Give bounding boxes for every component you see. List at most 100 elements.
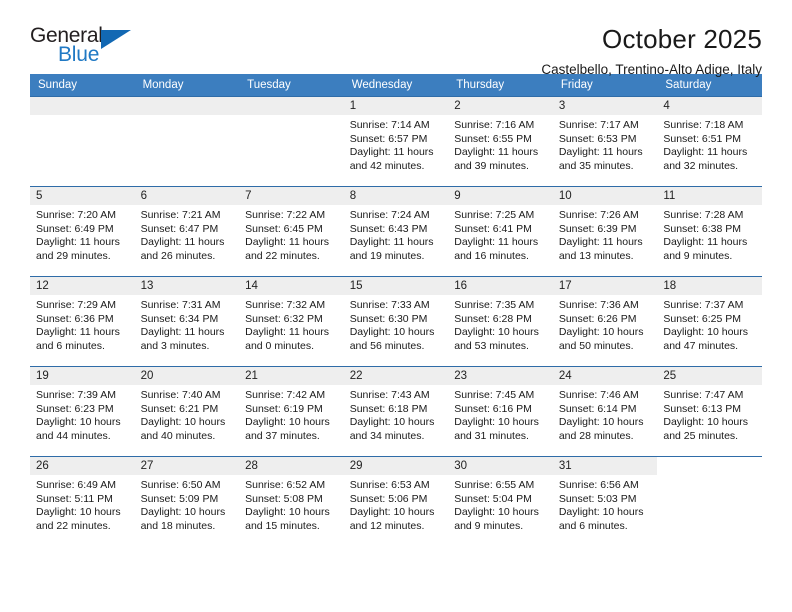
day-details: Sunrise: 6:53 AM Sunset: 5:06 PM Daylight:… <box>344 475 449 533</box>
calendar-day-cell[interactable]: 27 Sunrise: 6:50 AM Sunset: 5:09 PM Dayligh… <box>134 456 240 547</box>
daylight-text-line2: and 44 minutes. <box>36 429 111 442</box>
calendar-week-row: 5 Sunrise: 7:20 AM Sunset: 6:49 PM Daylight… <box>30 186 762 277</box>
sunset-text: Sunset: 6:36 PM <box>36 312 114 325</box>
day-details: Sunrise: 7:37 AM Sunset: 6:25 PM Daylight:… <box>657 295 762 353</box>
sunset-text: Sunset: 5:03 PM <box>558 492 637 505</box>
sunrise-text: Sunrise: 6:56 AM <box>558 479 639 491</box>
daylight-text-line2: and 6 minutes. <box>558 519 628 532</box>
calendar-day-cell[interactable]: 22 Sunrise: 7:43 AM Sunset: 6:18 PM Dayligh… <box>343 366 449 457</box>
calendar-day-cell[interactable]: 9 Sunrise: 7:25 AM Sunset: 6:41 PM Daylight… <box>448 186 553 277</box>
calendar-day-cell[interactable]: 10 Sunrise: 7:26 AM Sunset: 6:39 PM Dayligh… <box>552 186 658 277</box>
calendar-day-cell[interactable]: 13 Sunrise: 7:31 AM Sunset: 6:34 PM Dayligh… <box>134 276 240 367</box>
sunset-text: Sunset: 6:43 PM <box>349 222 428 235</box>
daylight-text-line2: and 35 minutes. <box>558 159 634 172</box>
calendar-day-cell[interactable]: 11 Sunrise: 7:28 AM Sunset: 6:38 PM Dayligh… <box>657 186 762 277</box>
day-number: 1 <box>343 97 449 115</box>
day-details: Sunrise: 7:14 AM Sunset: 6:57 PM Daylight:… <box>344 115 449 173</box>
calendar-day-cell[interactable]: 4 Sunrise: 7:18 AM Sunset: 6:51 PM Daylight… <box>657 96 762 187</box>
sunrise-text: Sunrise: 7:17 AM <box>558 119 639 131</box>
general-blue-logo[interactable]: General Blue <box>30 24 142 72</box>
day-number: 7 <box>239 187 344 205</box>
sunrise-text: Sunrise: 7:21 AM <box>140 209 221 221</box>
day-number: 21 <box>239 367 344 385</box>
daylight-text-line1: Daylight: 11 hours <box>558 146 643 159</box>
day-details: Sunrise: 7:16 AM Sunset: 6:55 PM Daylight:… <box>448 115 553 173</box>
calendar-day-cell[interactable]: 5 Sunrise: 7:20 AM Sunset: 6:49 PM Daylight… <box>30 186 135 277</box>
calendar-day-cell[interactable]: 6 Sunrise: 7:21 AM Sunset: 6:47 PM Daylight… <box>134 186 240 277</box>
daylight-text-line1: Daylight: 10 hours <box>558 416 644 429</box>
sunset-text: Sunset: 6:16 PM <box>454 402 532 415</box>
calendar-day-cell[interactable] <box>134 96 240 187</box>
sunrise-text: Sunrise: 6:49 AM <box>36 479 116 491</box>
day-number <box>134 97 240 115</box>
daylight-text-line2: and 32 minutes. <box>663 159 739 172</box>
sunrise-text: Sunrise: 7:45 AM <box>454 389 535 401</box>
calendar-day-cell[interactable]: 2 Sunrise: 7:16 AM Sunset: 6:55 PM Daylight… <box>448 96 553 187</box>
daylight-text-line2: and 18 minutes. <box>140 519 216 532</box>
calendar-day-cell[interactable] <box>30 96 135 187</box>
day-details: Sunrise: 7:47 AM Sunset: 6:13 PM Daylight:… <box>657 385 762 443</box>
calendar-day-cell[interactable]: 19 Sunrise: 7:39 AM Sunset: 6:23 PM Dayligh… <box>30 366 135 457</box>
day-number: 25 <box>657 367 762 385</box>
daylight-text-line1: Daylight: 10 hours <box>349 326 435 339</box>
sunset-text: Sunset: 6:14 PM <box>558 402 637 415</box>
calendar-day-cell[interactable]: 25 Sunrise: 7:47 AM Sunset: 6:13 PM Dayligh… <box>657 366 762 457</box>
daylight-text-line2: and 34 minutes. <box>349 429 425 442</box>
sunrise-text: Sunrise: 7:29 AM <box>36 299 116 311</box>
calendar-day-cell[interactable]: 21 Sunrise: 7:42 AM Sunset: 6:19 PM Dayligh… <box>239 366 344 457</box>
calendar-day-cell[interactable]: 14 Sunrise: 7:32 AM Sunset: 6:32 PM Dayligh… <box>239 276 344 367</box>
daylight-text-line1: Daylight: 11 hours <box>663 146 748 159</box>
calendar-day-cell[interactable]: 26 Sunrise: 6:49 AM Sunset: 5:11 PM Dayligh… <box>30 456 135 547</box>
calendar-day-cell[interactable]: 23 Sunrise: 7:45 AM Sunset: 6:16 PM Dayligh… <box>448 366 553 457</box>
sunset-text: Sunset: 6:18 PM <box>349 402 428 415</box>
sunrise-text: Sunrise: 7:25 AM <box>454 209 535 221</box>
sunrise-text: Sunrise: 6:55 AM <box>454 479 535 491</box>
sunset-text: Sunset: 6:32 PM <box>245 312 323 325</box>
sunrise-text: Sunrise: 7:32 AM <box>245 299 326 311</box>
daylight-text-line1: Daylight: 10 hours <box>454 506 539 519</box>
calendar-day-cell[interactable]: 20 Sunrise: 7:40 AM Sunset: 6:21 PM Dayligh… <box>134 366 240 457</box>
day-number: 31 <box>552 457 658 475</box>
sunrise-text: Sunrise: 7:14 AM <box>349 119 430 131</box>
day-details: Sunrise: 7:22 AM Sunset: 6:45 PM Daylight:… <box>239 205 344 263</box>
sunset-text: Sunset: 6:30 PM <box>349 312 428 325</box>
weekday-header-tuesday: Tuesday <box>239 74 344 97</box>
day-details: Sunrise: 7:36 AM Sunset: 6:26 PM Daylight:… <box>553 295 658 353</box>
day-number: 12 <box>30 277 135 295</box>
calendar-day-cell[interactable]: 3 Sunrise: 7:17 AM Sunset: 6:53 PM Daylight… <box>552 96 658 187</box>
day-details: Sunrise: 7:45 AM Sunset: 6:16 PM Daylight:… <box>448 385 553 443</box>
sunset-text: Sunset: 6:57 PM <box>349 132 428 145</box>
sunset-text: Sunset: 6:53 PM <box>558 132 637 145</box>
calendar-day-cell[interactable]: 28 Sunrise: 6:52 AM Sunset: 5:08 PM Dayligh… <box>239 456 344 547</box>
daylight-text-line2: and 13 minutes. <box>558 249 634 262</box>
sunset-text: Sunset: 6:26 PM <box>558 312 637 325</box>
calendar-day-cell[interactable]: 1 Sunrise: 7:14 AM Sunset: 6:57 PM Daylight… <box>343 96 449 187</box>
calendar-day-cell[interactable]: 31 Sunrise: 6:56 AM Sunset: 5:03 PM Dayligh… <box>552 456 658 547</box>
calendar-table: Sunday Monday Tuesday Wednesday Thursday… <box>30 74 762 547</box>
calendar-day-cell[interactable]: 15 Sunrise: 7:33 AM Sunset: 6:30 PM Dayligh… <box>343 276 449 367</box>
sunset-text: Sunset: 6:25 PM <box>663 312 742 325</box>
calendar-day-cell[interactable]: 17 Sunrise: 7:36 AM Sunset: 6:26 PM Dayligh… <box>552 276 658 367</box>
calendar-day-cell[interactable]: 8 Sunrise: 7:24 AM Sunset: 6:43 PM Daylight… <box>343 186 449 277</box>
sunrise-text: Sunrise: 7:20 AM <box>36 209 116 221</box>
daylight-text-line1: Daylight: 10 hours <box>558 326 644 339</box>
day-details: Sunrise: 7:39 AM Sunset: 6:23 PM Daylight:… <box>30 385 135 443</box>
daylight-text-line2: and 39 minutes. <box>454 159 529 172</box>
calendar-day-cell[interactable]: 7 Sunrise: 7:22 AM Sunset: 6:45 PM Daylight… <box>239 186 344 277</box>
calendar-day-cell[interactable] <box>239 96 344 187</box>
day-details: Sunrise: 7:32 AM Sunset: 6:32 PM Daylight:… <box>239 295 344 353</box>
day-number: 8 <box>343 187 449 205</box>
daylight-text-line2: and 47 minutes. <box>663 339 739 352</box>
calendar-day-cell[interactable]: 16 Sunrise: 7:35 AM Sunset: 6:28 PM Dayligh… <box>448 276 553 367</box>
calendar-day-cell[interactable]: 29 Sunrise: 6:53 AM Sunset: 5:06 PM Dayligh… <box>343 456 449 547</box>
calendar-day-cell[interactable]: 12 Sunrise: 7:29 AM Sunset: 6:36 PM Dayligh… <box>30 276 135 367</box>
daylight-text-line2: and 9 minutes. <box>454 519 524 532</box>
daylight-text-line1: Daylight: 10 hours <box>454 326 539 339</box>
calendar-week-row: 19 Sunrise: 7:39 AM Sunset: 6:23 PM Dayligh… <box>30 366 762 457</box>
daylight-text-line1: Daylight: 11 hours <box>454 146 539 159</box>
day-number: 18 <box>657 277 762 295</box>
calendar-day-cell[interactable] <box>657 456 762 547</box>
calendar-day-cell[interactable]: 18 Sunrise: 7:37 AM Sunset: 6:25 PM Dayligh… <box>657 276 762 367</box>
calendar-day-cell[interactable]: 24 Sunrise: 7:46 AM Sunset: 6:14 PM Dayligh… <box>552 366 658 457</box>
calendar-day-cell[interactable]: 30 Sunrise: 6:55 AM Sunset: 5:04 PM Dayligh… <box>448 456 553 547</box>
